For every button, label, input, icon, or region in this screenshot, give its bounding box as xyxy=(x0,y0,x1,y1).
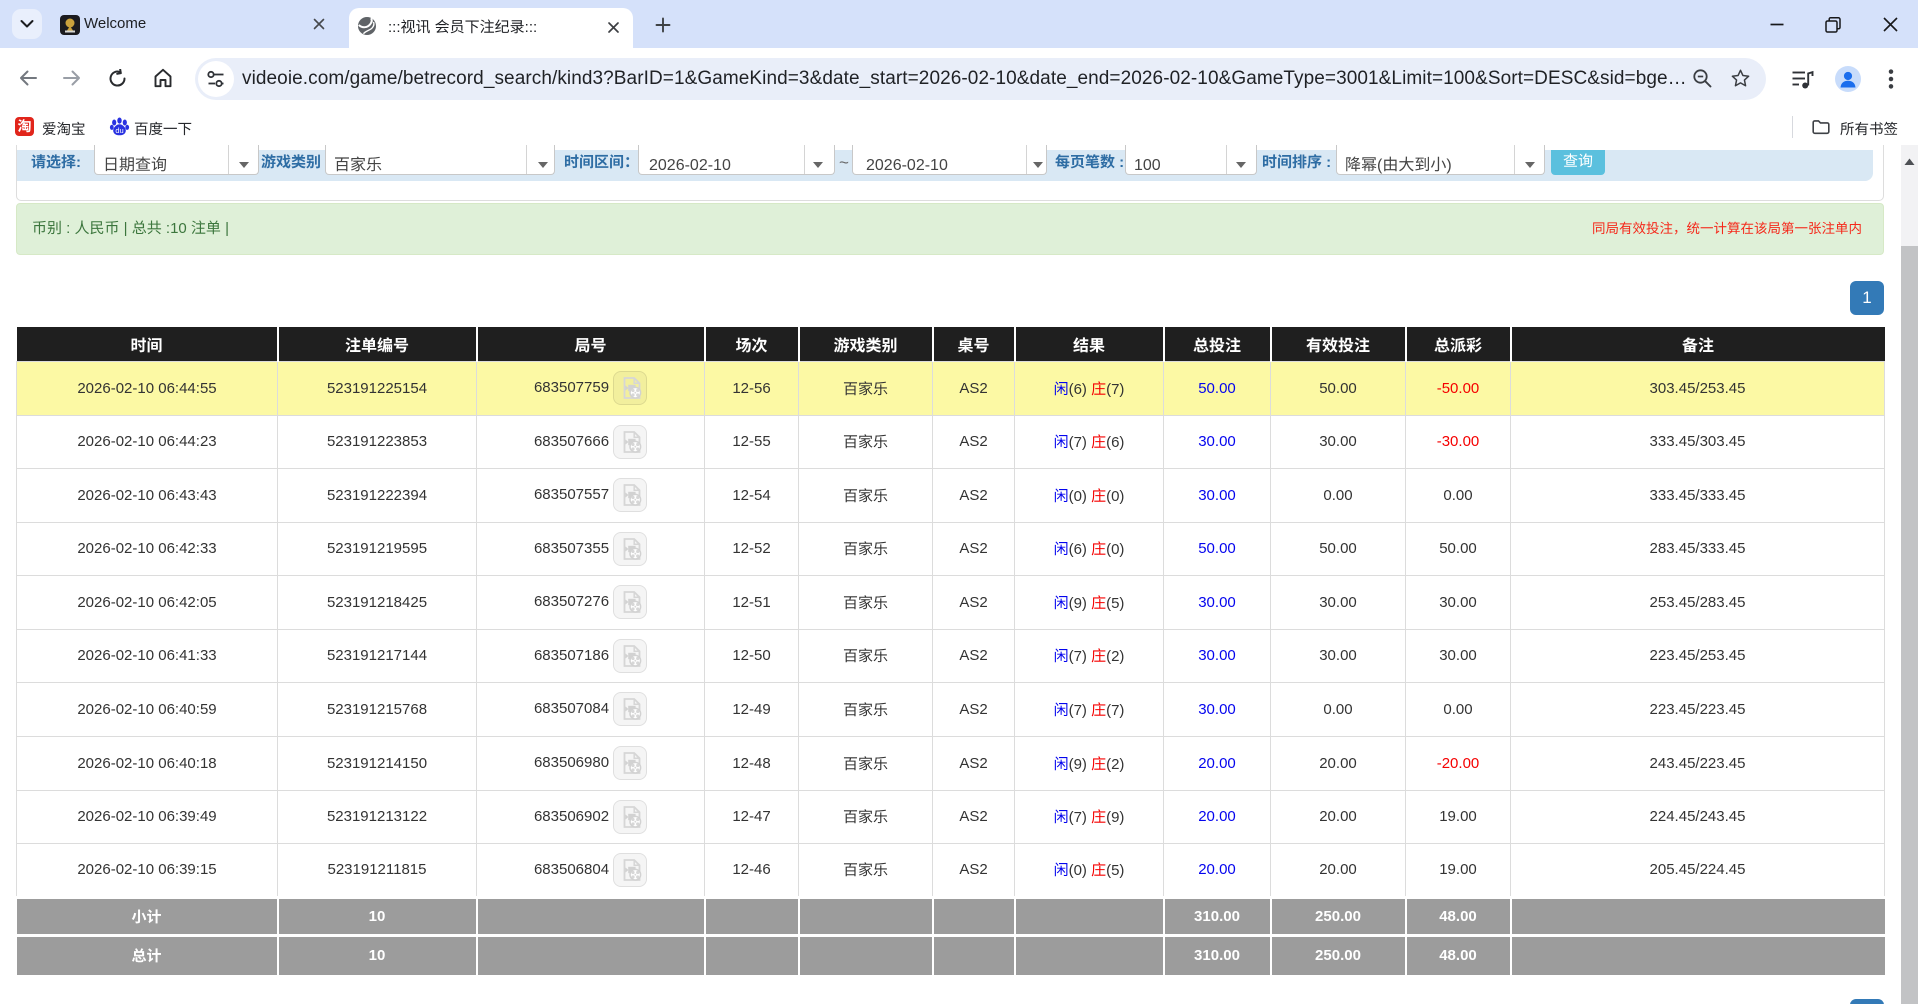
svg-text:du: du xyxy=(115,126,123,135)
